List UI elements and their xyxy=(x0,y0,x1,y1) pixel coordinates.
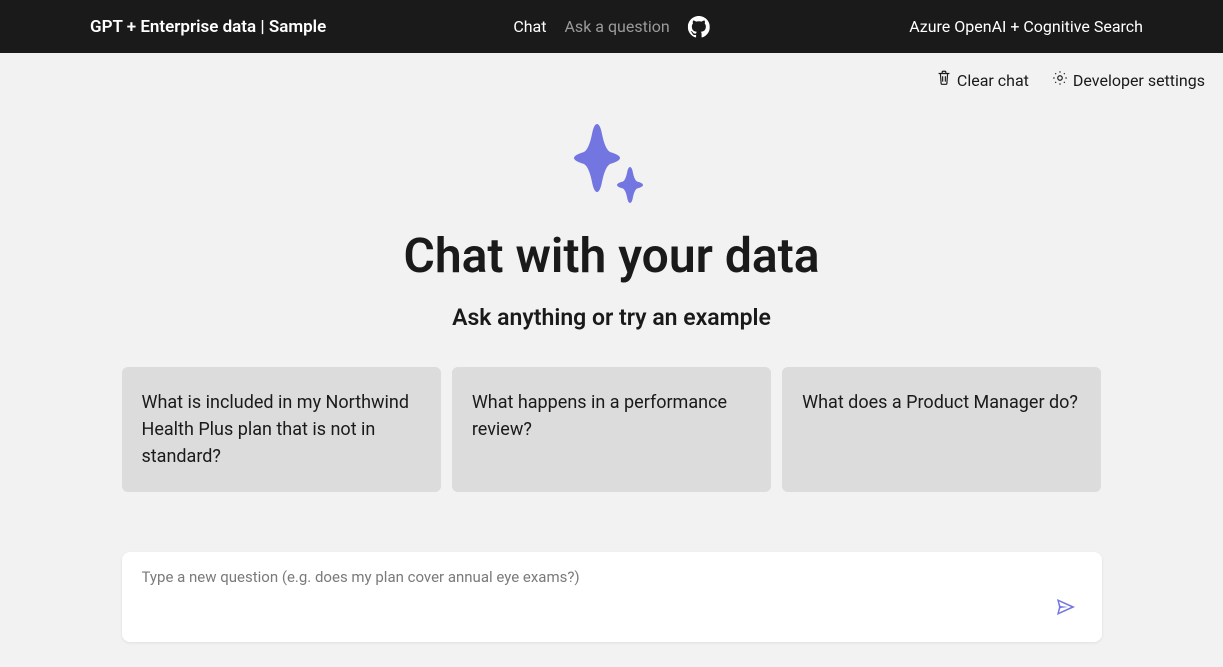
clear-chat-label: Clear chat xyxy=(957,71,1029,90)
example-list: What is included in my Northwind Health … xyxy=(122,367,1102,492)
example-card[interactable]: What does a Product Manager do? xyxy=(782,367,1101,492)
nav-ask-question[interactable]: Ask a question xyxy=(564,17,669,36)
page-subtitle: Ask anything or try an example xyxy=(452,304,771,331)
toolbar: Clear chat Developer settings xyxy=(0,53,1223,91)
example-card[interactable]: What happens in a performance review? xyxy=(452,367,771,492)
send-button[interactable] xyxy=(1050,591,1082,626)
nav-chat[interactable]: Chat xyxy=(513,17,546,36)
sparkle-icon xyxy=(562,119,662,209)
trash-icon xyxy=(935,69,953,91)
main-content: Chat with your data Ask anything or try … xyxy=(0,91,1223,642)
developer-settings-button[interactable]: Developer settings xyxy=(1051,69,1205,91)
header-nav: Chat Ask a question xyxy=(513,16,709,38)
page-title: Chat with your data xyxy=(403,227,819,284)
chat-input[interactable] xyxy=(142,568,1082,586)
header-right-label: Azure OpenAI + Cognitive Search xyxy=(909,17,1203,36)
clear-chat-button[interactable]: Clear chat xyxy=(935,69,1029,91)
example-card[interactable]: What is included in my Northwind Health … xyxy=(122,367,441,492)
github-icon[interactable] xyxy=(688,16,710,38)
developer-settings-label: Developer settings xyxy=(1073,71,1205,90)
app-header: GPT + Enterprise data | Sample Chat Ask … xyxy=(0,0,1223,53)
send-icon xyxy=(1054,607,1078,622)
chat-input-container xyxy=(122,552,1102,642)
app-title: GPT + Enterprise data | Sample xyxy=(90,17,326,37)
gear-icon xyxy=(1051,69,1069,91)
